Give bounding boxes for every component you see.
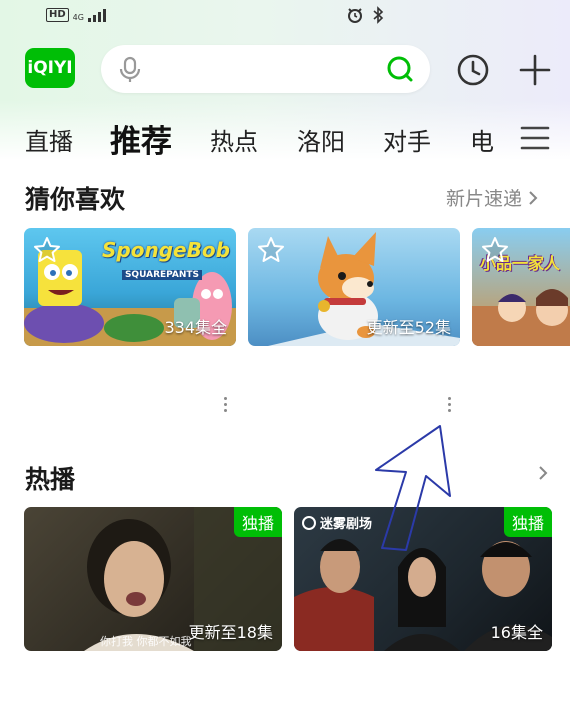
chevron-right-icon[interactable] [538, 465, 548, 481]
tab-luoyang[interactable]: 洛阳 [297, 122, 345, 157]
star-icon[interactable] [33, 236, 61, 264]
episode-badge: 更新至52集 [366, 318, 451, 337]
app-logo[interactable]: iQIYI [25, 48, 75, 88]
status-bar: HD 4G [0, 0, 570, 32]
signal-icon [87, 8, 106, 22]
exclusive-tag: 独播 [233, 507, 282, 537]
bluetooth-icon [373, 6, 384, 24]
tab-hot[interactable]: 热点 [210, 122, 258, 157]
alarm-icon [348, 8, 362, 23]
spongebob-logo-text: SpongeBob [102, 238, 230, 262]
spongebob-logo-subtext: SQUAREPANTS [121, 270, 203, 280]
episode-badge: 16集全 [490, 623, 543, 642]
tab-live[interactable]: 直播 [25, 122, 73, 157]
more-options-icon[interactable] [448, 397, 452, 415]
hd-badge: HD [46, 8, 69, 22]
star-icon[interactable] [257, 236, 285, 264]
spongebob-logo: SpongeBob SQUAREPANTS [102, 238, 230, 281]
pointer-arrow-annotation [375, 425, 451, 551]
studio-logo-icon [302, 515, 316, 530]
exclusive-tag: 独播 [503, 507, 552, 537]
section-title-guess: 猜你喜欢 [25, 185, 126, 214]
section-title-hot: 热播 [25, 465, 76, 494]
network-type: 4G [72, 13, 84, 22]
star-icon[interactable] [481, 236, 509, 264]
video-card-corgi[interactable]: 更新至52集 [248, 228, 460, 346]
episode-badge: 334集全 [164, 318, 227, 337]
video-card-family[interactable]: 小品一家人 [472, 228, 570, 346]
tab-more-partial[interactable]: 电 [470, 122, 494, 157]
tab-recommend[interactable]: 推荐 [110, 116, 172, 161]
subtitle-text: 你打我 你都不如我 [100, 635, 192, 648]
logo-text: iQIYI [27, 58, 73, 78]
menu-icon[interactable] [520, 125, 550, 151]
video-card-drama-1[interactable]: 独播 你打我 你都不如我 更新至18集 [24, 507, 282, 651]
add-icon[interactable] [517, 52, 553, 88]
more-options-icon[interactable] [224, 397, 228, 415]
new-releases-label: 新片速递 [446, 188, 523, 210]
category-tabs: 直播 推荐 热点 洛阳 对手 电 [0, 112, 570, 164]
chevron-right-icon [529, 190, 538, 205]
microphone-icon[interactable] [119, 56, 141, 84]
episode-badge: 更新至18集 [188, 623, 273, 642]
video-card-spongebob[interactable]: SpongeBob SQUAREPANTS 334集全 [24, 228, 236, 346]
new-releases-link[interactable]: 新片速递 [446, 184, 538, 211]
history-icon[interactable] [456, 53, 490, 87]
tab-rival[interactable]: 对手 [383, 122, 431, 157]
studio-name: 迷雾剧场 [320, 517, 373, 532]
search-icon[interactable] [386, 55, 414, 83]
search-bar[interactable] [101, 45, 430, 93]
studio-label: 迷雾剧场 [302, 513, 372, 532]
